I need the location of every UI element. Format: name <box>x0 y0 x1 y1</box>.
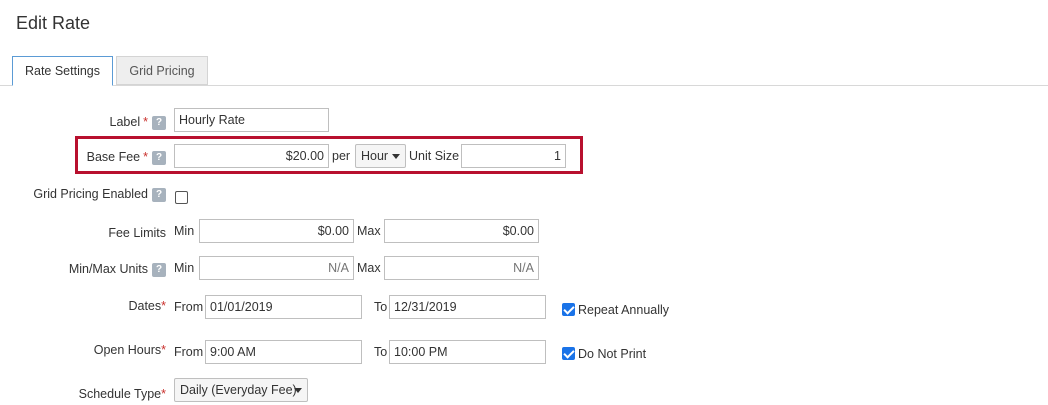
fee-limits-label: Fee Limits <box>108 226 166 240</box>
fee-min-label: Min <box>174 224 195 238</box>
hours-to-label: To <box>374 345 388 359</box>
do-not-print-checkbox[interactable] <box>562 347 575 360</box>
date-from-input[interactable] <box>205 295 362 319</box>
grid-pricing-checkbox[interactable] <box>175 191 188 204</box>
page-title: Edit Rate <box>16 13 91 33</box>
repeat-annually-label: Repeat Annually <box>578 303 670 317</box>
units-max-input[interactable] <box>384 256 539 280</box>
fee-min-input[interactable] <box>199 219 354 243</box>
units-max-label: Max <box>357 261 381 275</box>
chevron-down-icon <box>294 388 302 393</box>
required-mark: * <box>161 299 166 313</box>
tab-bar: Rate Settings Grid Pricing <box>0 56 1048 86</box>
date-to-input[interactable] <box>389 295 546 319</box>
hours-from-label: From <box>174 345 204 359</box>
help-icon[interactable]: ? <box>152 187 166 202</box>
do-not-print-label: Do Not Print <box>578 347 647 361</box>
hours-from-input[interactable] <box>205 340 362 364</box>
dates-label: Dates* <box>128 299 166 313</box>
fee-max-input[interactable] <box>384 219 539 243</box>
grid-pricing-label: Grid Pricing Enabled? <box>33 183 166 205</box>
schedule-type-select[interactable]: Daily (Everyday Fee) <box>174 378 308 402</box>
units-min-label: Min <box>174 261 195 275</box>
highlight-box <box>75 136 583 174</box>
schedule-type-label: Schedule Type* <box>78 387 166 401</box>
dates-to-label: To <box>374 300 388 314</box>
tab-grid-pricing[interactable]: Grid Pricing <box>116 56 208 85</box>
open-hours-label: Open Hours* <box>93 343 166 357</box>
dates-from-label: From <box>174 300 204 314</box>
units-min-input[interactable] <box>199 256 354 280</box>
min-max-units-label: Min/Max Units? <box>69 258 166 280</box>
hours-to-input[interactable] <box>389 340 546 364</box>
required-mark: * <box>161 343 166 357</box>
help-icon[interactable]: ? <box>152 262 166 277</box>
label-field-label: Label *? <box>110 111 166 133</box>
required-mark: * <box>161 387 166 401</box>
tab-rate-settings[interactable]: Rate Settings <box>12 56 113 86</box>
tab-divider <box>0 85 1048 86</box>
label-input[interactable] <box>174 108 329 132</box>
repeat-annually-checkbox[interactable] <box>562 303 575 316</box>
required-mark: * <box>143 115 148 129</box>
help-icon[interactable]: ? <box>152 115 166 130</box>
fee-max-label: Max <box>357 224 381 238</box>
